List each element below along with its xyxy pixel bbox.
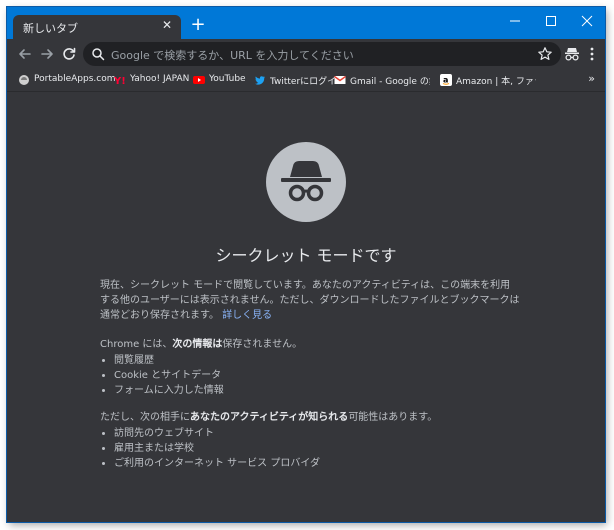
visible-to-list: 訪問先のウェブサイト 雇用主または学校 ご利用のインターネット サービス プロバ…	[100, 426, 320, 471]
list-item: フォームに入力した情報	[114, 383, 224, 398]
amazon-icon: a	[440, 74, 452, 86]
list-item: 訪問先のウェブサイト	[114, 426, 320, 441]
bookmarks-bar: PortableApps.com Y! Yahoo! JAPAN YouTube…	[7, 69, 605, 92]
forward-button[interactable]	[37, 44, 57, 64]
twitter-icon	[255, 76, 265, 85]
maximize-button[interactable]	[533, 7, 569, 35]
intro-paragraph: 現在、シークレット モードで閲覧しています。あなたのアクティビティは、この端末を…	[100, 278, 520, 323]
list-item: Cookie とサイトデータ	[114, 368, 224, 383]
bookmark-twitter[interactable]: Twitterにログイン	[254, 72, 345, 88]
address-input[interactable]	[109, 44, 533, 66]
list-item: ご利用のインターネット サービス プロバイダ	[114, 456, 320, 471]
tab-title: 新しいタブ	[23, 22, 78, 35]
not-saved-post: 保存されません。	[222, 339, 303, 350]
intro-text: 現在、シークレット モードで閲覧しています。あなたのアクティビティは、この端末を…	[100, 280, 520, 321]
back-button[interactable]	[15, 44, 35, 64]
reload-icon	[63, 47, 76, 60]
omnibox[interactable]	[83, 42, 561, 66]
not-saved-pre: Chrome には、	[100, 339, 173, 350]
incognito-page: シークレット モードです 現在、シークレット モードで閲覧しています。あなたのア…	[7, 92, 605, 522]
list-item: 雇用主または学校	[114, 441, 320, 456]
incognito-hero-icon	[266, 142, 346, 222]
learn-more-link[interactable]: 詳しく見る	[222, 310, 272, 321]
bookmark-label: Yahoo! JAPAN	[130, 74, 190, 84]
gmail-icon	[334, 75, 346, 84]
bookmarks-overflow-button[interactable]: »	[588, 72, 595, 85]
new-tab-button[interactable]: +	[187, 15, 209, 37]
bookmark-youtube[interactable]: YouTube	[193, 72, 253, 88]
bookmark-label: Amazon | 本, ファッショ	[456, 77, 536, 87]
arrow-left-icon	[19, 49, 31, 59]
browser-window: 新しいタブ ✕ + Google で検索するか、URL を入力してください Po…	[7, 7, 605, 522]
page-title: シークレット モードです	[215, 246, 397, 265]
list-item: 閲覧履歴	[114, 353, 224, 368]
not-saved-list: 閲覧履歴 Cookie とサイトデータ フォームに入力した情報	[100, 353, 224, 398]
tab-new-tab[interactable]: 新しいタブ ✕	[13, 15, 181, 39]
reload-button[interactable]	[59, 44, 79, 64]
close-window-button[interactable]	[569, 7, 605, 35]
incognito-icon	[281, 161, 331, 202]
visible-to-heading: ただし、次の相手にあなたのアクティビティが知られる可能性はあります。	[100, 410, 520, 425]
minimize-button[interactable]	[497, 7, 533, 35]
tab-close-button[interactable]: ✕	[159, 18, 175, 32]
search-icon	[92, 48, 105, 61]
visible-to-bold: あなたのアクティビティが知られる	[190, 412, 349, 423]
bookmark-label: YouTube	[209, 74, 246, 84]
more-vert-icon[interactable]	[585, 46, 599, 62]
close-icon	[581, 15, 593, 27]
star-icon[interactable]	[537, 46, 553, 62]
bookmark-portableapps[interactable]: PortableApps.com	[18, 72, 116, 88]
maximize-icon	[546, 16, 556, 26]
yahoo-icon: Y!	[114, 76, 126, 86]
not-saved-heading: Chrome には、次の情報は保存されません。	[100, 337, 520, 352]
bookmark-label: Gmail - Google の無料	[350, 77, 430, 87]
bookmark-amazon[interactable]: a Amazon | 本, ファッショ	[440, 72, 540, 88]
visible-to-pre: ただし、次の相手に	[100, 412, 190, 423]
not-saved-bold: 次の情報は	[172, 339, 223, 350]
svg-text:a: a	[443, 76, 448, 85]
svg-text:Y!: Y!	[114, 76, 126, 86]
incognito-icon[interactable]	[563, 46, 581, 62]
bookmark-yahoo[interactable]: Y! Yahoo! JAPAN	[114, 72, 190, 88]
bookmark-label: PortableApps.com	[34, 74, 116, 84]
portableapps-icon	[19, 75, 29, 85]
visible-to-post: 可能性はあります。	[348, 412, 438, 423]
title-bar: 新しいタブ ✕ +	[7, 7, 605, 39]
bookmark-gmail[interactable]: Gmail - Google の無料	[334, 72, 432, 88]
minimize-icon	[510, 20, 520, 22]
youtube-icon	[193, 76, 205, 84]
arrow-right-icon	[41, 49, 53, 59]
toolbar	[7, 39, 605, 69]
